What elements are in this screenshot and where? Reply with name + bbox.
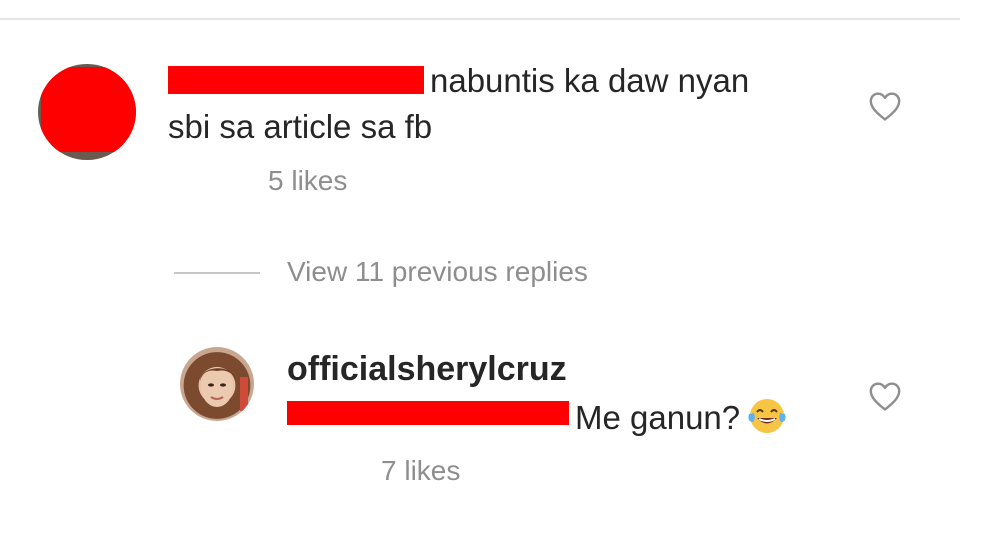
view-replies-label[interactable]: View 11 previous replies — [287, 256, 588, 288]
comment-text-line1: nabuntis ka daw nyan — [168, 62, 749, 100]
redacted-mention — [287, 401, 569, 425]
redacted-username — [168, 66, 424, 94]
replies-divider-line — [174, 272, 260, 274]
face-with-tears-of-joy-icon — [748, 399, 786, 433]
likes-count[interactable]: 7 likes — [381, 455, 460, 487]
profile-photo — [200, 367, 248, 411]
likes-count[interactable]: 5 likes — [268, 165, 347, 197]
avatar[interactable] — [38, 64, 136, 160]
reply-username[interactable]: officialsherylcruz — [287, 350, 567, 389]
redaction-box — [41, 67, 136, 152]
top-divider — [0, 18, 960, 20]
heart-icon[interactable] — [868, 380, 902, 412]
avatar[interactable] — [180, 347, 254, 421]
reply-text: Me ganun? — [575, 399, 741, 436]
reply-text-line: Me ganun? — [287, 395, 788, 438]
heart-icon[interactable] — [868, 90, 902, 122]
comment-text-line2: sbi sa article sa fb — [168, 108, 433, 145]
comment-text: nabuntis ka daw nyan — [430, 62, 750, 99]
